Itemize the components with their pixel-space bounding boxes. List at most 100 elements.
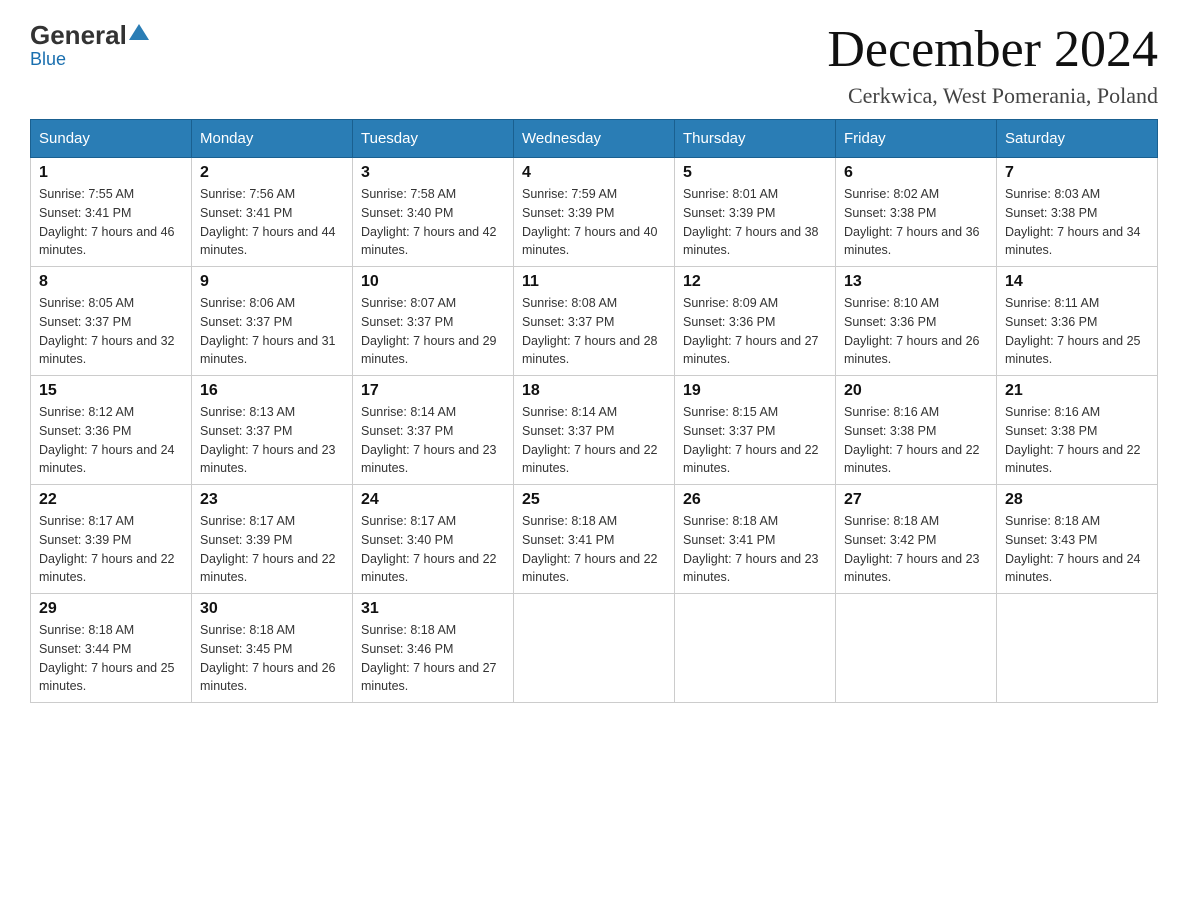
- calendar-cell: 7 Sunrise: 8:03 AMSunset: 3:38 PMDaylight…: [997, 158, 1158, 267]
- calendar-cell: 9 Sunrise: 8:06 AMSunset: 3:37 PMDaylight…: [192, 267, 353, 376]
- day-number: 24: [361, 491, 505, 509]
- day-number: 2: [200, 164, 344, 182]
- day-info: Sunrise: 8:11 AMSunset: 3:36 PMDaylight:…: [1005, 294, 1149, 369]
- day-info: Sunrise: 8:08 AMSunset: 3:37 PMDaylight:…: [522, 294, 666, 369]
- calendar-cell: [836, 594, 997, 703]
- day-info: Sunrise: 8:12 AMSunset: 3:36 PMDaylight:…: [39, 403, 183, 478]
- day-info: Sunrise: 8:14 AMSunset: 3:37 PMDaylight:…: [361, 403, 505, 478]
- logo-triangle-icon: [128, 20, 150, 51]
- calendar-cell: 4 Sunrise: 7:59 AMSunset: 3:39 PMDaylight…: [514, 158, 675, 267]
- calendar-week-row: 8 Sunrise: 8:05 AMSunset: 3:37 PMDaylight…: [31, 267, 1158, 376]
- day-info: Sunrise: 8:17 AMSunset: 3:39 PMDaylight:…: [200, 512, 344, 587]
- weekday-header-tuesday: Tuesday: [353, 120, 514, 158]
- calendar-cell: 6Sunrise: 8:02 AMSunset: 3:38 PMDaylight…: [836, 158, 997, 267]
- calendar-week-row: 15Sunrise: 8:12 AMSunset: 3:36 PMDayligh…: [31, 376, 1158, 485]
- day-info: Sunrise: 8:10 AMSunset: 3:36 PMDaylight:…: [844, 294, 988, 369]
- calendar-week-row: 1Sunrise: 7:55 AMSunset: 3:41 PMDaylight…: [31, 158, 1158, 267]
- day-info: Sunrise: 8:07 AMSunset: 3:37 PMDaylight:…: [361, 294, 505, 369]
- calendar-cell: 15Sunrise: 8:12 AMSunset: 3:36 PMDayligh…: [31, 376, 192, 485]
- calendar-cell: 3 Sunrise: 7:58 AMSunset: 3:40 PMDaylight…: [353, 158, 514, 267]
- day-number: 27: [844, 491, 988, 509]
- calendar-table: SundayMondayTuesdayWednesdayThursdayFrid…: [30, 119, 1158, 703]
- day-info: Sunrise: 8:18 AMSunset: 3:46 PMDaylight:…: [361, 621, 505, 696]
- day-number: 21: [1005, 382, 1149, 400]
- calendar-cell: 14Sunrise: 8:11 AMSunset: 3:36 PMDayligh…: [997, 267, 1158, 376]
- calendar-cell: 18Sunrise: 8:14 AMSunset: 3:37 PMDayligh…: [514, 376, 675, 485]
- calendar-cell: 23 Sunrise: 8:17 AMSunset: 3:39 PMDayligh…: [192, 485, 353, 594]
- day-info: Sunrise: 8:02 AMSunset: 3:38 PMDaylight:…: [844, 185, 988, 260]
- weekday-header-wednesday: Wednesday: [514, 120, 675, 158]
- day-info: Sunrise: 8:18 AMSunset: 3:43 PMDaylight:…: [1005, 512, 1149, 587]
- calendar-cell: 11 Sunrise: 8:08 AMSunset: 3:37 PMDayligh…: [514, 267, 675, 376]
- day-info: Sunrise: 7:59 AMSunset: 3:39 PMDaylight:…: [522, 185, 666, 260]
- calendar-cell: 16 Sunrise: 8:13 AMSunset: 3:37 PMDayligh…: [192, 376, 353, 485]
- day-info: Sunrise: 8:14 AMSunset: 3:37 PMDaylight:…: [522, 403, 666, 478]
- calendar-cell: 1Sunrise: 7:55 AMSunset: 3:41 PMDaylight…: [31, 158, 192, 267]
- title-area: December 2024 Cerkwica, West Pomerania, …: [827, 20, 1158, 109]
- day-info: Sunrise: 8:05 AMSunset: 3:37 PMDaylight:…: [39, 294, 183, 369]
- weekday-header-sunday: Sunday: [31, 120, 192, 158]
- day-number: 23: [200, 491, 344, 509]
- day-info: Sunrise: 7:58 AMSunset: 3:40 PMDaylight:…: [361, 185, 505, 260]
- calendar-week-row: 22 Sunrise: 8:17 AMSunset: 3:39 PMDayligh…: [31, 485, 1158, 594]
- day-info: Sunrise: 8:16 AMSunset: 3:38 PMDaylight:…: [844, 403, 988, 478]
- month-title: December 2024: [827, 20, 1158, 79]
- weekday-header-monday: Monday: [192, 120, 353, 158]
- logo-general-text: General: [30, 20, 127, 51]
- calendar-cell: [514, 594, 675, 703]
- day-number: 8: [39, 273, 183, 291]
- page-header: General Blue December 2024 Cerkwica, Wes…: [30, 20, 1158, 109]
- calendar-cell: 2Sunrise: 7:56 AMSunset: 3:41 PMDaylight…: [192, 158, 353, 267]
- weekday-header-row: SundayMondayTuesdayWednesdayThursdayFrid…: [31, 120, 1158, 158]
- calendar-cell: 12Sunrise: 8:09 AMSunset: 3:36 PMDayligh…: [675, 267, 836, 376]
- calendar-cell: 30Sunrise: 8:18 AMSunset: 3:45 PMDayligh…: [192, 594, 353, 703]
- calendar-week-row: 29 Sunrise: 8:18 AMSunset: 3:44 PMDayligh…: [31, 594, 1158, 703]
- day-info: Sunrise: 8:18 AMSunset: 3:42 PMDaylight:…: [844, 512, 988, 587]
- calendar-header: SundayMondayTuesdayWednesdayThursdayFrid…: [31, 120, 1158, 158]
- day-info: Sunrise: 8:03 AMSunset: 3:38 PMDaylight:…: [1005, 185, 1149, 260]
- calendar-cell: 28Sunrise: 8:18 AMSunset: 3:43 PMDayligh…: [997, 485, 1158, 594]
- location-subtitle: Cerkwica, West Pomerania, Poland: [827, 83, 1158, 109]
- calendar-cell: 24 Sunrise: 8:17 AMSunset: 3:40 PMDayligh…: [353, 485, 514, 594]
- day-number: 11: [522, 273, 666, 291]
- day-number: 7: [1005, 164, 1149, 182]
- day-info: Sunrise: 8:17 AMSunset: 3:39 PMDaylight:…: [39, 512, 183, 587]
- day-number: 9: [200, 273, 344, 291]
- day-number: 26: [683, 491, 827, 509]
- day-number: 22: [39, 491, 183, 509]
- calendar-cell: 10 Sunrise: 8:07 AMSunset: 3:37 PMDayligh…: [353, 267, 514, 376]
- day-number: 31: [361, 600, 505, 618]
- day-number: 10: [361, 273, 505, 291]
- day-number: 12: [683, 273, 827, 291]
- day-info: Sunrise: 8:01 AMSunset: 3:39 PMDaylight:…: [683, 185, 827, 260]
- calendar-cell: 25Sunrise: 8:18 AMSunset: 3:41 PMDayligh…: [514, 485, 675, 594]
- logo: General Blue: [30, 20, 151, 70]
- calendar-cell: 5 Sunrise: 8:01 AMSunset: 3:39 PMDaylight…: [675, 158, 836, 267]
- calendar-cell: 27 Sunrise: 8:18 AMSunset: 3:42 PMDayligh…: [836, 485, 997, 594]
- day-info: Sunrise: 8:16 AMSunset: 3:38 PMDaylight:…: [1005, 403, 1149, 478]
- weekday-header-friday: Friday: [836, 120, 997, 158]
- day-number: 29: [39, 600, 183, 618]
- day-number: 3: [361, 164, 505, 182]
- day-number: 17: [361, 382, 505, 400]
- calendar-cell: 13Sunrise: 8:10 AMSunset: 3:36 PMDayligh…: [836, 267, 997, 376]
- day-info: Sunrise: 8:06 AMSunset: 3:37 PMDaylight:…: [200, 294, 344, 369]
- calendar-cell: [675, 594, 836, 703]
- calendar-cell: 26 Sunrise: 8:18 AMSunset: 3:41 PMDayligh…: [675, 485, 836, 594]
- day-info: Sunrise: 8:18 AMSunset: 3:44 PMDaylight:…: [39, 621, 183, 696]
- day-number: 30: [200, 600, 344, 618]
- day-info: Sunrise: 7:55 AMSunset: 3:41 PMDaylight:…: [39, 185, 183, 260]
- day-info: Sunrise: 8:18 AMSunset: 3:41 PMDaylight:…: [522, 512, 666, 587]
- day-number: 5: [683, 164, 827, 182]
- day-info: Sunrise: 8:13 AMSunset: 3:37 PMDaylight:…: [200, 403, 344, 478]
- day-info: Sunrise: 8:17 AMSunset: 3:40 PMDaylight:…: [361, 512, 505, 587]
- day-number: 19: [683, 382, 827, 400]
- logo-blue-text: Blue: [30, 49, 66, 70]
- day-number: 16: [200, 382, 344, 400]
- calendar-cell: 19Sunrise: 8:15 AMSunset: 3:37 PMDayligh…: [675, 376, 836, 485]
- calendar-body: 1Sunrise: 7:55 AMSunset: 3:41 PMDaylight…: [31, 158, 1158, 703]
- day-number: 4: [522, 164, 666, 182]
- day-info: Sunrise: 8:18 AMSunset: 3:41 PMDaylight:…: [683, 512, 827, 587]
- calendar-cell: 20Sunrise: 8:16 AMSunset: 3:38 PMDayligh…: [836, 376, 997, 485]
- calendar-cell: 8 Sunrise: 8:05 AMSunset: 3:37 PMDaylight…: [31, 267, 192, 376]
